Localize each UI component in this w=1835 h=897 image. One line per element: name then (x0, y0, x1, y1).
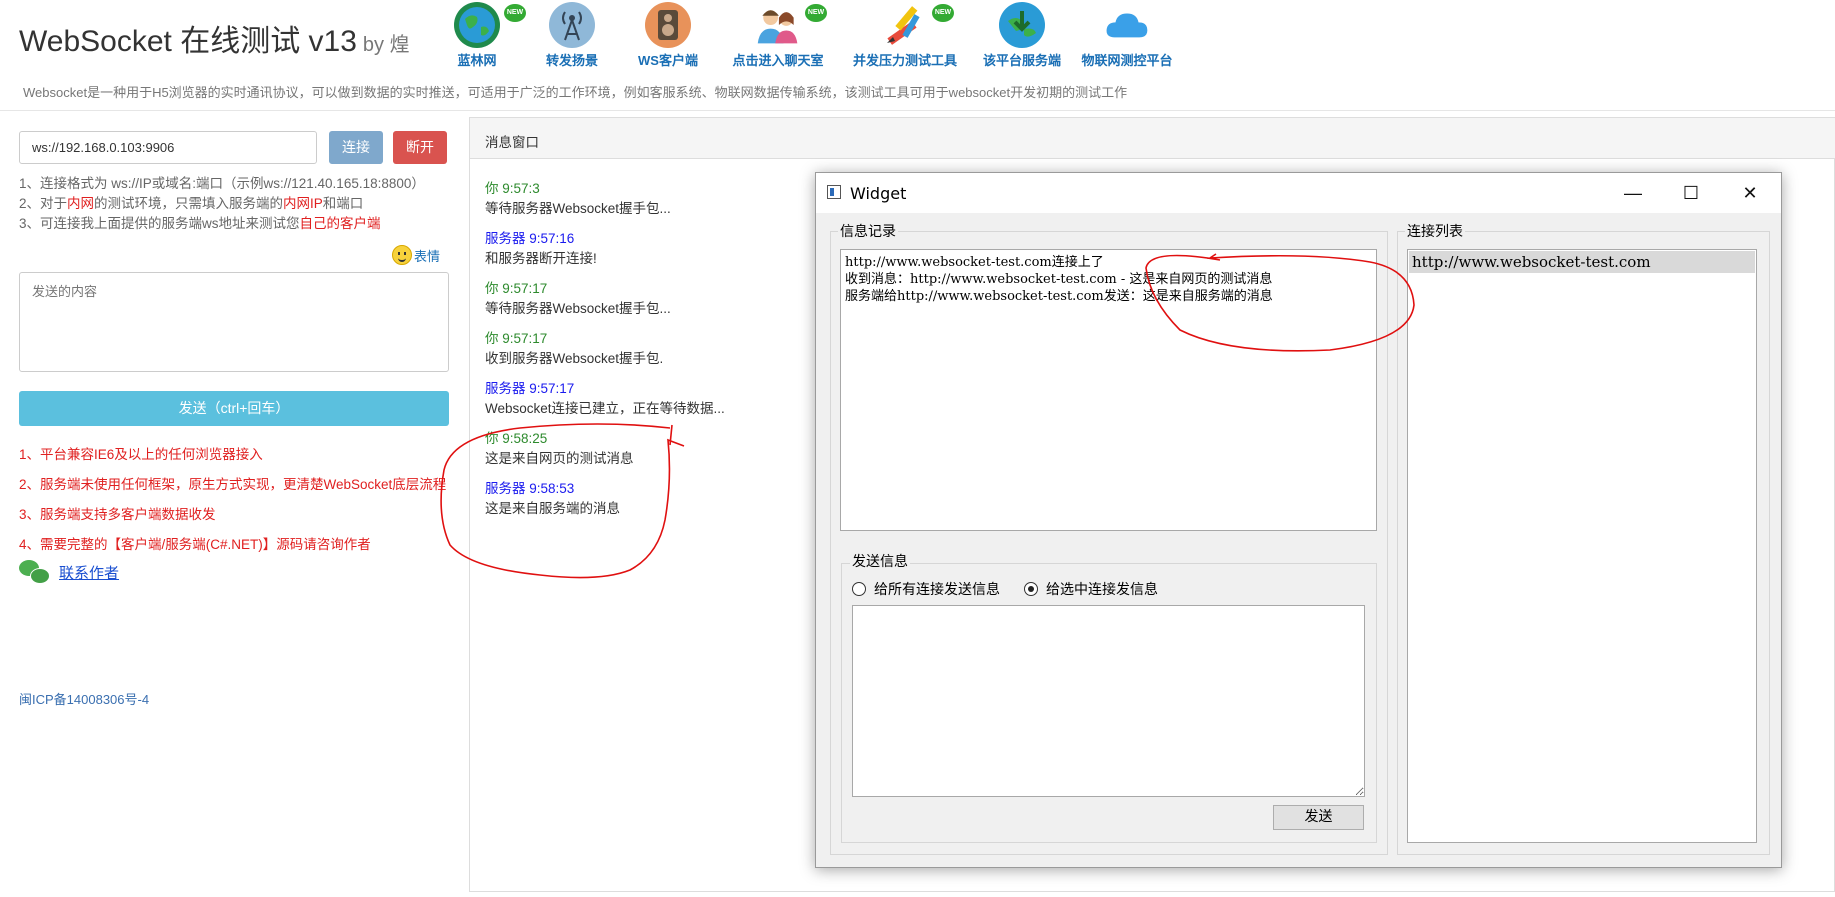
globe-icon: NEW (454, 2, 526, 48)
radio-checked-icon (1024, 582, 1038, 596)
emoji-button[interactable]: 表情 (392, 245, 440, 265)
nav-iot-platform[interactable]: 物联网测控平台 (1062, 2, 1192, 69)
icp-link[interactable]: 闽ICP备14008306号-4 (19, 689, 149, 708)
speaker-icon (645, 2, 691, 48)
chat-users-icon: NEW (755, 2, 827, 48)
maximize-button[interactable]: ☐ (1662, 173, 1720, 213)
message-sender: 服务器 9:57:16 (485, 231, 575, 246)
feature-item: 2、服务端未使用任何框架，原生方式实现，更清楚WebSocket底层流程 (19, 477, 447, 492)
nav-chatroom[interactable]: NEW 点击进入聊天室 (713, 2, 843, 69)
header-divider (0, 110, 1835, 111)
message-sender: 你 9:57:17 (485, 281, 548, 296)
close-button[interactable]: ✕ (1721, 173, 1779, 213)
smiley-icon (392, 245, 412, 265)
emoji-label: 表情 (414, 248, 441, 264)
download-globe-icon (999, 2, 1045, 48)
site-title: WebSocket 在线测试 v13 by 煌 (19, 25, 410, 58)
nav-label: 物联网测控平台 (1081, 53, 1173, 68)
nav-label: 点击进入聊天室 (732, 53, 824, 68)
contact-author-link[interactable]: 联系作者 (59, 562, 119, 583)
disconnect-button[interactable]: 断开 (393, 131, 447, 164)
cloud-icon (1104, 2, 1150, 48)
radio-send-all[interactable]: 给所有连接发送信息 (852, 579, 1000, 599)
message-sender: 你 9:57:3 (485, 181, 540, 196)
hint-format: 1、连接格式为 ws://IP或域名:端口（示例ws://121.40.165.… (19, 176, 425, 191)
log-line: http://www.websocket-test.com连接上了 (845, 255, 1104, 270)
app-window-icon (827, 185, 841, 199)
hint-own-client: 3、可连接我上面提供的服务端ws地址来测试您自己的客户端 (19, 216, 381, 231)
log-group-title: 信息记录 (838, 221, 898, 241)
message-sender: 服务器 9:57:17 (485, 381, 575, 396)
new-badge: NEW (805, 4, 827, 22)
log-textbox[interactable]: http://www.websocket-test.com连接上了 收到消息：h… (840, 249, 1377, 531)
message-text: 等待服务器Websocket握手包... (485, 201, 671, 216)
site-author: by 煌 (362, 34, 410, 56)
feature-item: 4、需要完整的【客户端/服务端(C#.NET)】源码请咨询作者 (19, 537, 371, 552)
log-line: 收到消息：http://www.websocket-test.com - 这是来… (845, 272, 1273, 287)
message-sender: 服务器 9:58:53 (485, 481, 575, 496)
send-button[interactable]: 发送（ctrl+回车） (19, 391, 449, 426)
message-sender: 你 9:58:25 (485, 431, 548, 446)
message-panel-header (470, 118, 1835, 159)
site-description: Websocket是一种用于H5浏览器的实时通讯协议，可以做到数据的实时推送，可… (23, 85, 1128, 100)
widget-send-input[interactable] (852, 605, 1365, 797)
send-content-textarea[interactable] (19, 272, 449, 372)
hint-intranet: 2、对于内网的测试环境，只需填入服务端的内网IP和端口 (19, 196, 364, 211)
message-text: Websocket连接已建立，正在等待数据... (485, 401, 725, 416)
radio-label: 给选中连接发信息 (1046, 582, 1158, 598)
message-text: 收到服务器Websocket握手包. (485, 351, 664, 366)
connection-list-title: 连接列表 (1405, 221, 1465, 241)
radio-send-selected[interactable]: 给选中连接发信息 (1024, 579, 1158, 599)
radio-icon (852, 582, 866, 596)
widget-send-button[interactable]: 发送 (1273, 805, 1364, 830)
connection-list-item[interactable]: http://www.websocket-test.com (1409, 251, 1755, 273)
feature-item: 1、平台兼容IE6及以上的任何浏览器接入 (19, 447, 263, 462)
radio-label: 给所有连接发送信息 (874, 582, 1000, 598)
connection-list[interactable] (1407, 249, 1757, 843)
antenna-icon (549, 2, 595, 48)
ws-url-input[interactable] (19, 131, 317, 164)
pencil-tools-icon: NEW (882, 2, 954, 48)
feature-item: 3、服务端支持多客户端数据收发 (19, 507, 216, 522)
nav-stress-test[interactable]: NEW 并发压力测试工具 (840, 2, 970, 69)
send-group-title: 发送信息 (850, 551, 910, 571)
log-line: 服务端给http://www.websocket-test.com发送：这是来自… (845, 289, 1273, 304)
widget-title: Widget (850, 184, 907, 203)
new-badge: NEW (932, 4, 954, 22)
contact-author[interactable]: 联系作者 (19, 560, 119, 584)
message-text: 和服务器断开连接! (485, 251, 597, 266)
minimize-button[interactable]: — (1604, 173, 1662, 213)
message-panel-title: 消息窗口 (485, 135, 539, 150)
connect-button[interactable]: 连接 (329, 131, 383, 164)
message-sender: 你 9:57:17 (485, 331, 548, 346)
message-text: 等待服务器Websocket握手包... (485, 301, 671, 316)
nav-label: 并发压力测试工具 (852, 53, 957, 68)
message-text: 这是来自服务端的消息 (485, 501, 620, 516)
wechat-icon (19, 560, 50, 584)
message-text: 这是来自网页的测试消息 (485, 451, 634, 466)
